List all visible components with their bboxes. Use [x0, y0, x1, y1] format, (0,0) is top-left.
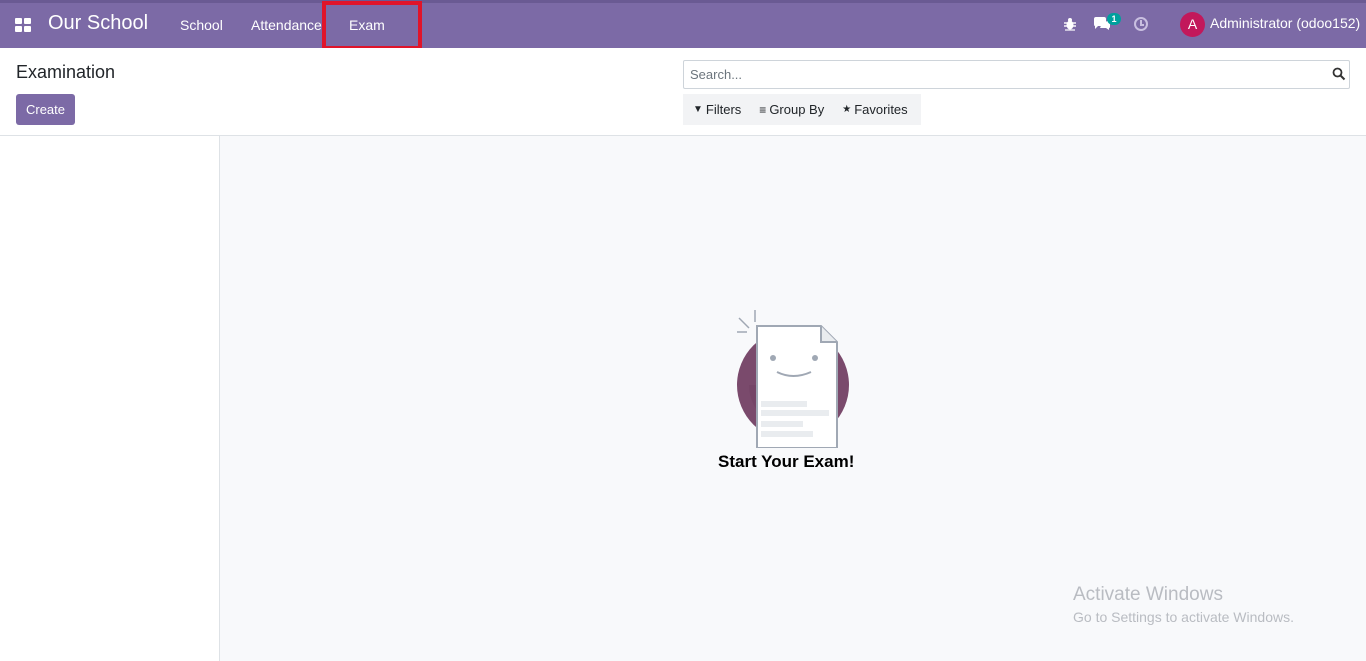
left-sidebar [0, 136, 220, 661]
windows-watermark-subtitle: Go to Settings to activate Windows. [1073, 609, 1294, 625]
create-button[interactable]: Create [16, 94, 75, 125]
search-box [683, 60, 1350, 89]
search-options-bar: ▼ Filters ≡ Group By ★ Favorites [683, 94, 921, 125]
filters-button[interactable]: ▼ Filters [693, 102, 741, 117]
exam-highlight-box [322, 1, 422, 50]
page-title: Examination [16, 62, 116, 82]
search-input[interactable] [690, 67, 1310, 82]
group-by-icon: ≡ [759, 102, 767, 117]
menu-school[interactable]: School [180, 17, 223, 33]
apps-menu-icon[interactable] [15, 18, 32, 32]
debug-bug-icon[interactable] [1063, 17, 1077, 31]
search-icon[interactable] [1332, 67, 1346, 81]
app-brand[interactable]: Our School [48, 12, 148, 35]
filter-icon: ▼ [693, 104, 703, 115]
filters-label: Filters [705, 102, 742, 117]
windows-watermark-title: Activate Windows [1073, 584, 1223, 605]
top-navbar: Our School School Attendance Exam [0, 0, 1366, 48]
empty-state-title: Start Your Exam! [718, 452, 855, 471]
empty-document-illustration-icon [737, 310, 849, 448]
group-by-label: Group By [769, 102, 825, 117]
star-icon: ★ [842, 104, 852, 115]
control-panel: Examination Create ▼ Filters ≡ Group By … [0, 48, 1366, 136]
favorites-button[interactable]: ★ Favorites [842, 102, 907, 117]
favorites-label: Favorites [854, 102, 908, 117]
user-menu[interactable]: Administrator (odoo152) [1210, 15, 1360, 31]
menu-attendance[interactable]: Attendance [251, 17, 322, 33]
chat-count-badge: 1 [1107, 13, 1121, 25]
activity-clock-icon[interactable] [1134, 17, 1148, 31]
group-by-button[interactable]: ≡ Group By [759, 102, 824, 117]
user-avatar[interactable]: A [1180, 12, 1205, 37]
